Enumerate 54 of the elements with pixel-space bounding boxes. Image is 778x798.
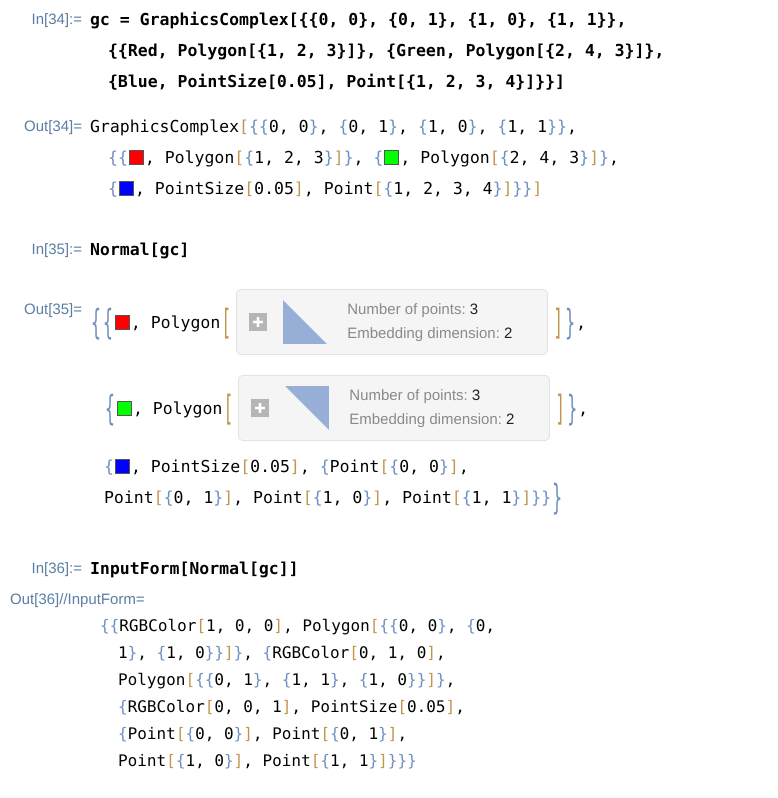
cell-label: Out[34]=: [23, 117, 83, 137]
code-text: Polygon[{{0, 1}, {1, 1}, {1, 0}}]},: [118, 670, 456, 689]
bracket: }: [551, 478, 564, 518]
code-text: {{Red, Polygon[{1, 2, 3}]}, {Green, Polygon[{2, 4, 3}]},: [108, 41, 664, 60]
cell-label: In[36]:=: [30, 559, 83, 579]
code-text: {Blue, PointSize[0.05], Point[{1, 2, 3, 4}]}}]: [108, 72, 565, 91]
code-text: , Polygon[{2, 4, 3}]},: [400, 148, 619, 167]
summary-label: Number of points:: [347, 301, 466, 318]
bracket: {: [104, 388, 116, 428]
summary-value: 3: [470, 301, 478, 318]
summary-label: Number of points:: [349, 387, 468, 404]
plus-icon: [254, 402, 266, 414]
code-text: {RGBColor[0, 0, 1], PointSize[0.05],: [118, 697, 465, 716]
code-text: {{RGBColor[1, 0, 0], Polygon[{{0, 0}, {0,: [100, 616, 496, 635]
triangle-icon: [283, 384, 332, 432]
summary-value: 3: [472, 387, 480, 404]
bracket: }: [566, 388, 578, 428]
cell-label: Out[36]//InputForm=: [9, 590, 146, 610]
summary-label: Embedding dimension:: [349, 411, 502, 428]
bracket: {: [102, 302, 114, 342]
bracket: [: [222, 388, 234, 428]
code-text: {{: [108, 148, 128, 167]
code-text: 1}, {1, 0}}]}, {RGBColor[0, 1, 0],: [118, 643, 446, 662]
code-text: , Polygon: [130, 312, 220, 332]
bracket: {: [90, 302, 102, 342]
cell-label: In[35]:=: [30, 240, 83, 260]
code-text: InputForm[Normal[gc]]: [90, 559, 299, 578]
summary-value: 2: [506, 411, 514, 428]
cell-label: Out[35]=: [23, 300, 83, 320]
expand-button[interactable]: [249, 313, 268, 331]
code-text: , Polygon[{1, 2, 3}]}, {: [144, 148, 384, 167]
expand-button[interactable]: [251, 399, 270, 417]
code-text: {: [104, 457, 114, 476]
bracket: [: [220, 302, 232, 342]
bracket: ]: [552, 302, 564, 342]
code-text: Point[{1, 0}], Point[{1, 1}]}}}: [118, 751, 417, 770]
plus-icon: [252, 316, 264, 328]
summary-label: Embedding dimension:: [347, 325, 500, 342]
bracket: ]: [554, 388, 566, 428]
code-text: ,: [578, 398, 588, 418]
code-text: {: [108, 179, 118, 198]
code-text: , PointSize[0.05], {Point[{0, 0}],: [130, 457, 469, 476]
cell-label: In[34]:=: [30, 10, 83, 30]
code-text: , PointSize[0.05], Point[{1, 2, 3, 4}]}}]: [134, 179, 542, 198]
triangle-icon: [281, 298, 330, 346]
code-text: GraphicsComplex[{{0, 0}, {0, 1}, {1, 0}, {1, 1}},: [90, 117, 577, 136]
code-text: {Point[{0, 0}], Point[{0, 1}],: [118, 724, 408, 743]
summary-value: 2: [504, 325, 512, 342]
bracket: }: [564, 302, 576, 342]
code-text: Normal[gc]: [90, 240, 190, 259]
code-text: ,: [576, 312, 586, 332]
code-text: gc = GraphicsComplex[{{0, 0}, {0, 1}, {1, 0}, {1, 1}},: [90, 10, 626, 29]
code-text: , Polygon: [132, 398, 222, 418]
code-text: Point[{0, 1}], Point[{1, 0}], Point[{1, 1}]}}: [104, 488, 552, 507]
